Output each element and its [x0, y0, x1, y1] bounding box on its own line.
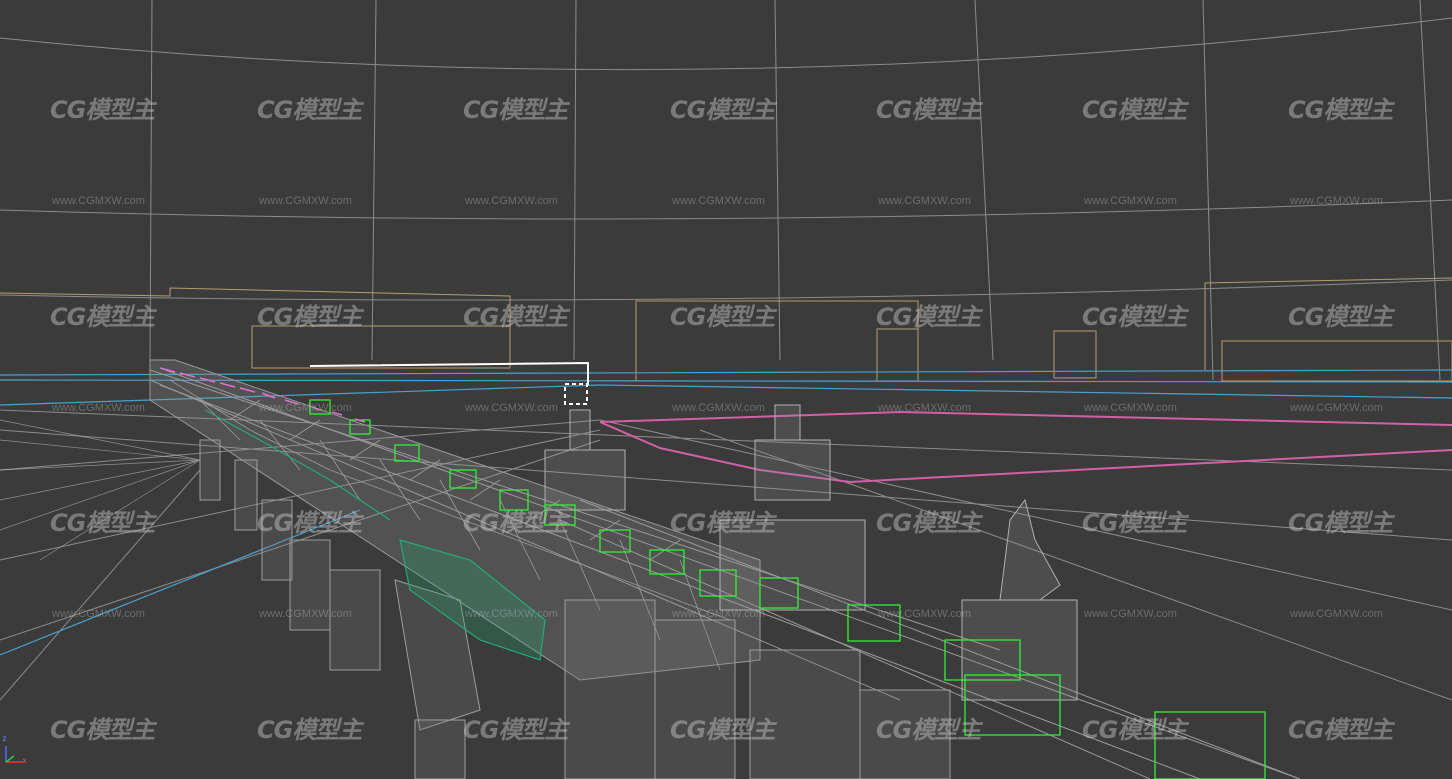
horizon-frames: [0, 277, 1452, 382]
axis-x-label: x: [22, 756, 27, 765]
wireframe-scene[interactable]: [0, 0, 1452, 779]
fan-lines: [0, 419, 201, 561]
pink-path: [599, 410, 1452, 484]
axis-gizmo-icon[interactable]: z x: [2, 734, 32, 770]
axis-z-label: z: [2, 734, 7, 743]
selection-bracket: [309, 361, 589, 405]
3d-viewport[interactable]: CG模型主 www.CGMXW.com CG模型主 www.CGMXW.com CG…: [0, 0, 1452, 779]
